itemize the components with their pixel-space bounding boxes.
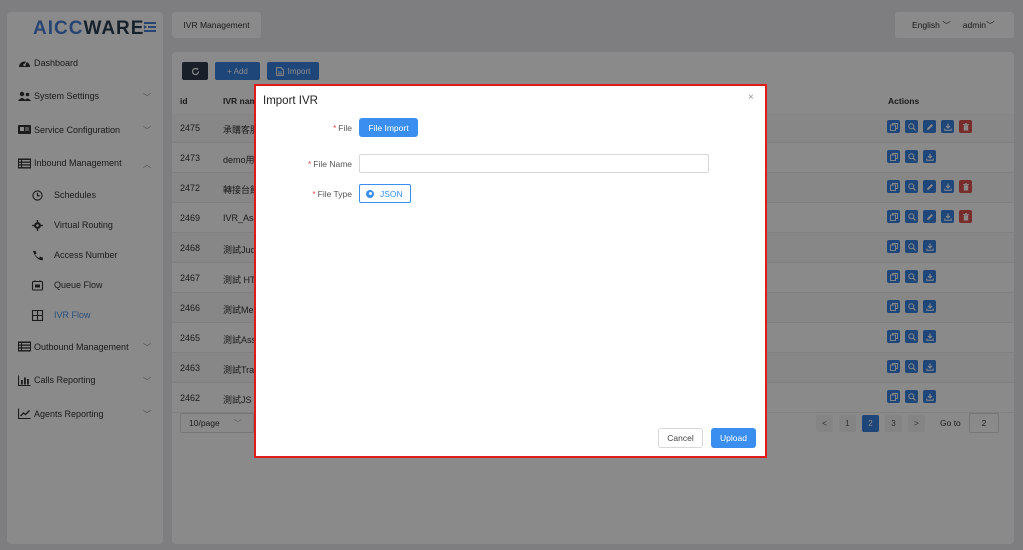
close-icon[interactable]: × [748, 92, 754, 103]
file-label: * File [332, 123, 352, 133]
cancel-button[interactable]: Cancel [658, 428, 703, 448]
file-type-label: * File Type [312, 189, 352, 199]
radio-selected-icon [366, 189, 374, 198]
dialog-title: Import IVR [263, 95, 318, 107]
app-window: AICCWARE Dashboard System Settings ﹀ Ser… [0, 0, 1023, 550]
file-import-button[interactable]: File Import [359, 118, 418, 137]
file-name-label: * File Name [307, 159, 352, 169]
upload-button[interactable]: Upload [711, 428, 756, 448]
file-type-json-radio[interactable]: JSON [359, 184, 411, 203]
file-name-input[interactable] [359, 154, 709, 173]
import-ivr-dialog: Import IVR × * File File Import * File Nam… [256, 86, 765, 456]
